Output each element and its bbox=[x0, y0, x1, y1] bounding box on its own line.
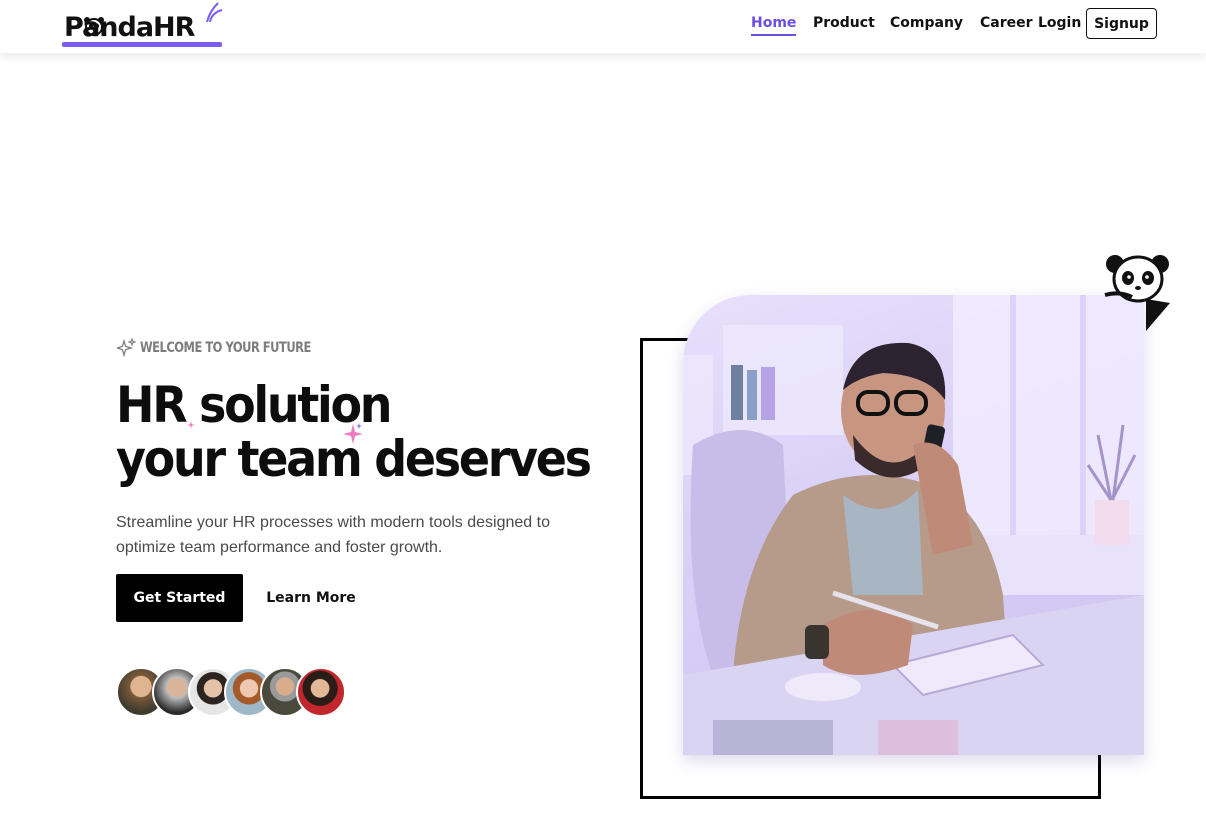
hero-photo bbox=[683, 295, 1144, 755]
man-on-phone-illustration bbox=[683, 295, 1144, 755]
headline-line-1: HR solution bbox=[116, 376, 393, 434]
logo-wordmark: PandaHR bbox=[64, 12, 195, 43]
eyebrow: WELCOME TO YOUR FUTURE bbox=[117, 338, 348, 358]
sparkle-star-icon bbox=[343, 423, 363, 444]
hero-subtitle: Streamline your HR processes with modern… bbox=[116, 514, 550, 556]
nav-login[interactable]: Login bbox=[1038, 15, 1081, 31]
pandahr-logo[interactable]: PandaHR bbox=[62, 2, 232, 50]
small-sparkle-icon bbox=[187, 421, 195, 429]
signup-button[interactable]: Signup bbox=[1086, 8, 1157, 39]
eyebrow-text: WELCOME TO YOUR FUTURE bbox=[140, 340, 311, 356]
nav-product[interactable]: Product bbox=[813, 15, 875, 31]
nav-home[interactable]: Home bbox=[751, 15, 797, 36]
avatar bbox=[296, 667, 346, 717]
logo-underline bbox=[62, 42, 222, 47]
team-avatars bbox=[116, 667, 356, 717]
headline-line-2: your team deserves bbox=[116, 430, 592, 488]
learn-more-button[interactable]: Learn More bbox=[264, 574, 358, 622]
nav-career[interactable]: Career bbox=[980, 15, 1033, 31]
bamboo-leaf-icon bbox=[206, 2, 223, 23]
sparkles-icon bbox=[117, 338, 137, 358]
nav-company[interactable]: Company bbox=[890, 15, 963, 31]
top-navigation-bar: PandaHR Home Product Company Career Logi… bbox=[0, 0, 1206, 53]
get-started-button[interactable]: Get Started bbox=[116, 574, 243, 622]
panda-mascot-icon bbox=[1104, 255, 1170, 331]
